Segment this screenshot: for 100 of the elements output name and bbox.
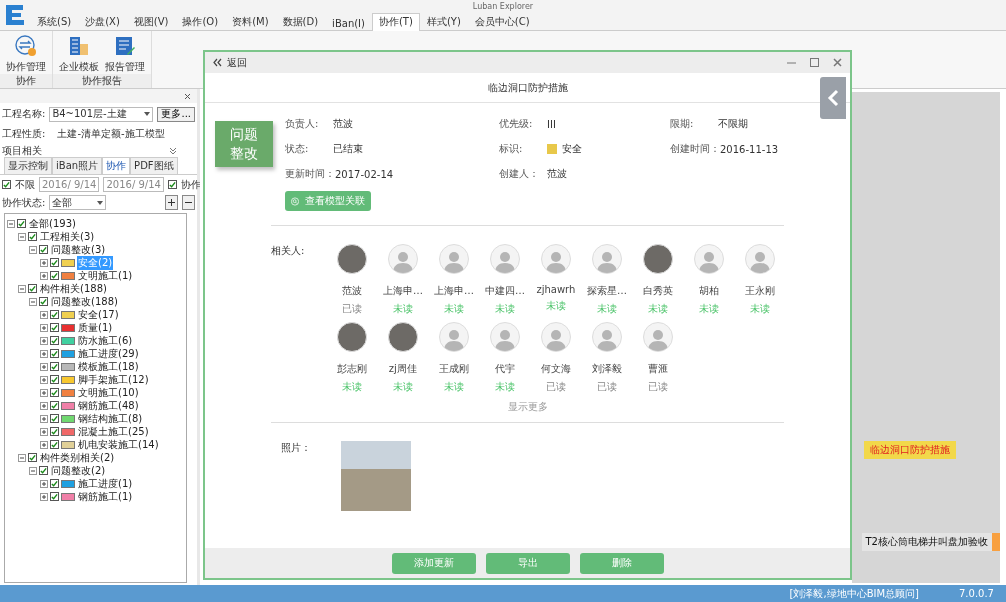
close-icon[interactable] bbox=[184, 92, 191, 100]
tree-item[interactable]: 脚手架施工(12) bbox=[77, 372, 150, 387]
status-select[interactable]: 全部 bbox=[49, 195, 107, 210]
tree-item[interactable]: 钢结构施工(8) bbox=[77, 411, 144, 426]
tree-checkbox[interactable] bbox=[50, 479, 59, 488]
tree-item[interactable]: 安全(17) bbox=[77, 307, 120, 322]
building-icon bbox=[68, 35, 90, 57]
remove-button[interactable] bbox=[182, 195, 195, 210]
tree-item[interactable]: 混凝土施工(25) bbox=[77, 424, 150, 439]
tree-checkbox[interactable] bbox=[39, 297, 48, 306]
tree-item[interactable]: 问题整改(3) bbox=[50, 242, 107, 257]
add-button[interactable] bbox=[165, 195, 178, 210]
menu-tab[interactable]: 会员中心(C) bbox=[467, 13, 537, 31]
maximize-icon[interactable] bbox=[810, 58, 819, 67]
tree-item[interactable]: 构件相关(188) bbox=[39, 281, 108, 296]
tree-item[interactable]: 构件类别相关(2) bbox=[39, 450, 116, 465]
menu-tab[interactable]: 资料(M) bbox=[225, 13, 276, 31]
tree-item[interactable]: 工程相关(3) bbox=[39, 229, 96, 244]
menu-tab[interactable]: 样式(Y) bbox=[419, 13, 468, 31]
menu-tab[interactable]: 协作(T) bbox=[371, 13, 420, 31]
expand-icon[interactable] bbox=[40, 440, 48, 449]
tree-checkbox[interactable] bbox=[50, 323, 59, 332]
tree-item[interactable]: 文明施工(1) bbox=[77, 268, 134, 283]
expand-icon[interactable] bbox=[40, 375, 48, 384]
field-label: 工程名称: bbox=[2, 107, 46, 121]
menu-tab[interactable]: 数据(D) bbox=[275, 13, 326, 31]
menu-tab[interactable]: 沙盘(X) bbox=[78, 13, 127, 31]
tree-checkbox[interactable] bbox=[17, 219, 26, 228]
panel-tab[interactable]: 显示控制 bbox=[4, 157, 52, 174]
section-title: 项目相关 bbox=[2, 143, 42, 158]
chevron-down-icon[interactable] bbox=[169, 146, 177, 155]
ribbon-button[interactable]: 协作管理 bbox=[6, 35, 46, 74]
more-button[interactable]: 更多... bbox=[157, 106, 195, 122]
expand-icon[interactable] bbox=[40, 388, 48, 397]
expand-icon[interactable] bbox=[40, 349, 48, 358]
tree-checkbox[interactable] bbox=[50, 427, 59, 436]
tree-checkbox[interactable] bbox=[39, 245, 48, 254]
caret-icon[interactable] bbox=[97, 200, 104, 205]
panel-tab[interactable]: PDF图纸 bbox=[130, 157, 178, 174]
expand-icon[interactable] bbox=[40, 427, 48, 436]
expand-icon[interactable] bbox=[40, 492, 48, 501]
menu-tab[interactable]: 操作(O) bbox=[175, 13, 226, 31]
expand-icon[interactable] bbox=[40, 414, 48, 423]
tree-checkbox[interactable] bbox=[50, 440, 59, 449]
panel-tab[interactable]: 协作 bbox=[102, 157, 131, 174]
expand-icon[interactable] bbox=[40, 310, 48, 319]
date-field[interactable]: 2016/ 9/14 bbox=[103, 177, 164, 192]
tree-checkbox[interactable] bbox=[50, 310, 59, 319]
app-logo-icon bbox=[4, 3, 26, 27]
date-field[interactable]: 2016/ 9/14 bbox=[39, 177, 100, 192]
read-status: 未读 bbox=[443, 380, 464, 394]
ribbon-button[interactable]: 企业模板 bbox=[59, 35, 99, 74]
tree-checkbox[interactable] bbox=[50, 375, 59, 384]
panel-tab[interactable]: iBan照片 bbox=[52, 157, 103, 174]
tree-checkbox[interactable] bbox=[50, 258, 59, 267]
tree-checkbox[interactable] bbox=[50, 271, 59, 280]
tree-checkbox[interactable] bbox=[50, 349, 59, 358]
tree-checkbox[interactable] bbox=[28, 284, 37, 293]
menu-tab[interactable]: iBan(I) bbox=[325, 16, 372, 31]
tree-item[interactable]: 文明施工(10) bbox=[77, 385, 140, 400]
expand-icon[interactable] bbox=[40, 258, 48, 267]
tree-item[interactable]: 防水施工(6) bbox=[77, 333, 134, 348]
tree-checkbox[interactable] bbox=[50, 388, 59, 397]
checkbox[interactable] bbox=[2, 180, 11, 189]
tree-item[interactable]: 钢筋施工(48) bbox=[77, 398, 140, 413]
tree-checkbox[interactable] bbox=[50, 401, 59, 410]
menu-tab[interactable]: 视图(V) bbox=[126, 13, 176, 31]
project-select[interactable]: B4~101层-土建 bbox=[49, 106, 154, 122]
tree-item[interactable]: 模板施工(18) bbox=[77, 359, 140, 374]
issue-type-badge: 问题整改 bbox=[215, 121, 273, 167]
tree-checkbox[interactable] bbox=[50, 492, 59, 501]
tree-item[interactable]: 机电安装施工(14) bbox=[77, 437, 160, 452]
tree-checkbox[interactable] bbox=[50, 414, 59, 423]
tree-item[interactable]: 问题整改(2) bbox=[50, 463, 107, 478]
expand-icon[interactable] bbox=[40, 336, 48, 345]
tree-item[interactable]: 全部(193) bbox=[28, 216, 77, 231]
close-icon[interactable] bbox=[833, 58, 842, 67]
issue-marker[interactable]: T2核心筒电梯井叫盘加验收 bbox=[861, 533, 1000, 551]
caret-icon[interactable] bbox=[144, 112, 151, 116]
tree-item[interactable]: 质量(1) bbox=[77, 320, 114, 335]
collapse-button[interactable] bbox=[820, 77, 846, 119]
expand-icon[interactable] bbox=[40, 401, 48, 410]
person-name: 王成刚 bbox=[438, 362, 469, 376]
tree-item[interactable]: 钢筋施工(1) bbox=[77, 489, 134, 504]
tree-item[interactable]: 施工进度(29) bbox=[77, 346, 140, 361]
tree-checkbox[interactable] bbox=[28, 232, 37, 241]
expand-icon[interactable] bbox=[40, 271, 48, 280]
back-button[interactable]: 返回 bbox=[213, 55, 247, 70]
expand-icon[interactable] bbox=[40, 323, 48, 332]
expand-icon[interactable] bbox=[40, 362, 48, 371]
tree-checkbox[interactable] bbox=[50, 362, 59, 371]
tree-checkbox[interactable] bbox=[39, 466, 48, 475]
ribbon-button[interactable]: 报告管理 bbox=[105, 35, 145, 74]
tree-checkbox[interactable] bbox=[50, 336, 59, 345]
menu-tab[interactable]: 系统(S) bbox=[30, 13, 79, 31]
checkbox[interactable] bbox=[167, 180, 177, 189]
tree-checkbox[interactable] bbox=[28, 453, 37, 462]
tree-item[interactable]: 问题整改(188) bbox=[50, 294, 119, 309]
tree-item[interactable]: 施工进度(1) bbox=[77, 476, 134, 491]
expand-icon[interactable] bbox=[40, 479, 48, 488]
